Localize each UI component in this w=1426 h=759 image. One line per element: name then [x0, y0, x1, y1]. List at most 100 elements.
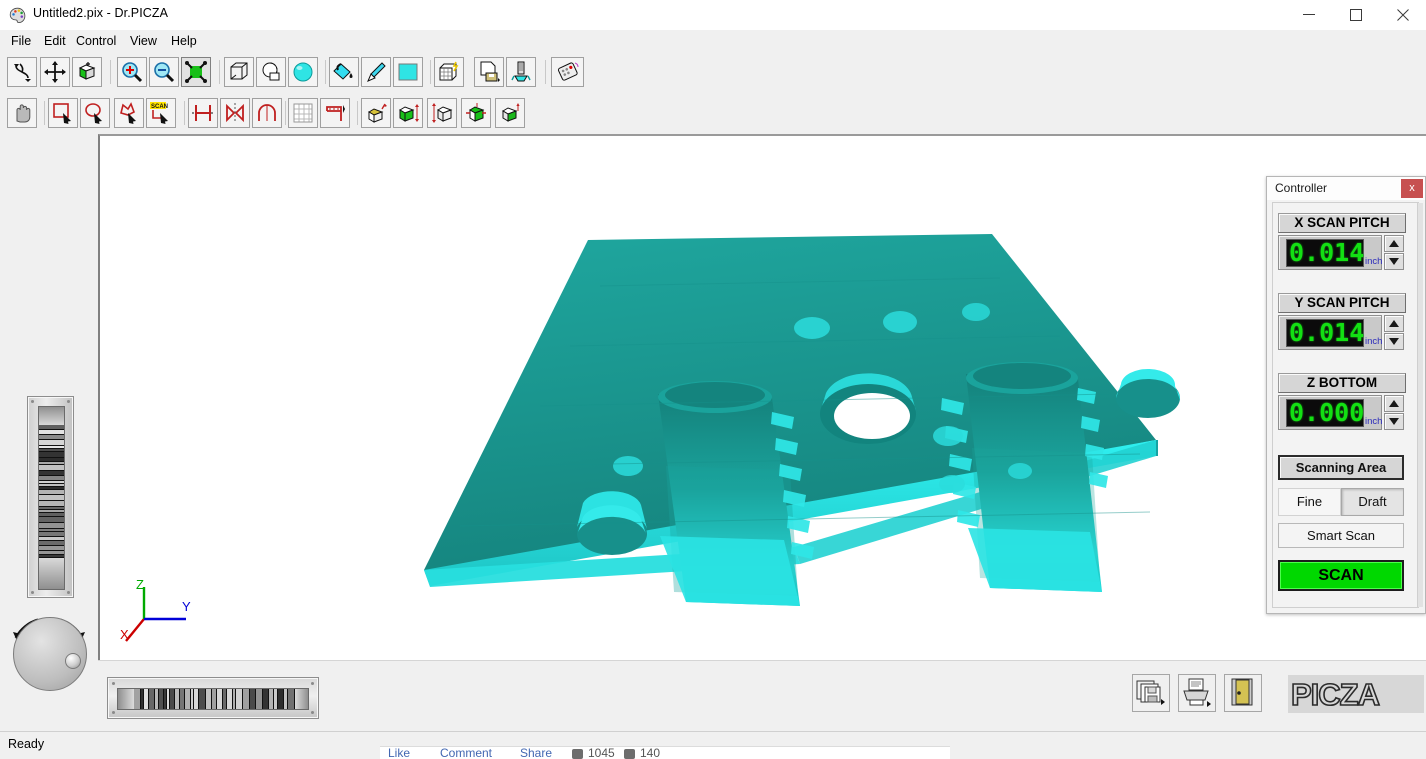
ellipse-select-button[interactable] [80, 98, 110, 128]
x-scan-pitch-spinner[interactable]: 0.014 inch [1278, 235, 1404, 270]
vertical-zoom-slider[interactable] [27, 396, 74, 598]
smart-scan-button[interactable]: Smart Scan [1278, 523, 1404, 548]
zoom-out-button[interactable] [149, 57, 179, 87]
menu-help[interactable]: Help [166, 33, 202, 49]
menu-bar: File Edit Control View Help [0, 30, 1426, 52]
vertical-slider-track[interactable] [38, 406, 65, 590]
magic-scan-select-button[interactable]: SCAN [146, 98, 176, 128]
minimize-button[interactable] [1286, 0, 1332, 30]
z-bottom-value: 0.000 [1289, 398, 1365, 427]
picza-palette-icon [9, 7, 26, 24]
picza-logo: PICZA [1288, 675, 1424, 713]
background-like-count: 1045 [588, 746, 615, 759]
quality-toggle-group[interactable]: Fine Draft [1278, 488, 1404, 516]
scan-button[interactable]: SCAN [1278, 560, 1404, 591]
color-swatch-button[interactable] [393, 57, 423, 87]
scanner-head-tool-button[interactable] [506, 57, 536, 87]
controller-scrollbar[interactable] [1417, 203, 1423, 607]
axis-indicator: X Z Y [108, 575, 198, 645]
close-button[interactable] [1380, 0, 1426, 30]
background-share-link[interactable]: Share [520, 747, 552, 759]
main-toolbar [0, 52, 1426, 94]
scanned-hinge-plate-model[interactable] [100, 136, 1424, 658]
wireframe-view-button[interactable] [224, 57, 254, 87]
lasso-select-button[interactable] [114, 98, 144, 128]
knob-indicator [65, 653, 81, 669]
mesh-tool-button[interactable] [434, 57, 464, 87]
center-screw-hole [820, 373, 916, 444]
arch-tool-button[interactable] [252, 98, 282, 128]
left-control-rail [0, 134, 98, 724]
horizontal-slider-track[interactable] [117, 688, 309, 710]
z-bottom-up-arrow[interactable] [1384, 395, 1404, 412]
x-scan-pitch-label: X SCAN PITCH [1278, 213, 1406, 233]
screw-icon [67, 591, 70, 594]
scale-tool-button[interactable] [461, 98, 491, 128]
mirror-tool-button[interactable] [220, 98, 250, 128]
dr-picza-window: Untitled2.pix - Dr.PICZA File Edit Contr… [0, 0, 1426, 759]
render-view-button[interactable] [288, 57, 318, 87]
vertical-slider-thumb[interactable] [39, 407, 64, 589]
screw-icon [311, 711, 314, 714]
brush-tool-button[interactable] [361, 57, 391, 87]
y-scan-pitch-arrows[interactable] [1384, 315, 1404, 350]
x-scan-pitch-arrows[interactable] [1384, 235, 1404, 270]
z-bottom-spinner[interactable]: 0.000 inch [1278, 395, 1404, 430]
print-button[interactable] [1178, 674, 1216, 712]
extrude-up-button[interactable] [361, 98, 391, 128]
grid-tool-button[interactable] [288, 98, 318, 128]
x-scan-pitch-field[interactable]: 0.014 inch [1278, 235, 1382, 270]
rotate-tool-button[interactable] [7, 57, 37, 87]
pan-tool-button[interactable] [40, 57, 70, 87]
y-scan-pitch-down-arrow[interactable] [1384, 333, 1404, 350]
controller-title: Controller [1275, 181, 1328, 195]
remote-tool-button[interactable] [551, 57, 584, 87]
maximize-button[interactable] [1333, 0, 1379, 30]
height-adjust-button[interactable] [393, 98, 423, 128]
menu-view[interactable]: View [125, 33, 162, 49]
horizontal-slider-thumb[interactable] [118, 689, 308, 709]
quality-option-draft[interactable]: Draft [1341, 488, 1404, 516]
save-as-tool-button[interactable] [474, 57, 504, 87]
z-bottom-arrows[interactable] [1384, 395, 1404, 430]
zoom-fit-button[interactable] [181, 57, 211, 87]
quality-option-fine[interactable]: Fine [1278, 488, 1341, 516]
save-copies-button[interactable] [1132, 674, 1170, 712]
x-scan-pitch-up-arrow[interactable] [1384, 235, 1404, 252]
z-bottom-field[interactable]: 0.000 inch [1278, 395, 1382, 430]
menu-file[interactable]: File [6, 33, 36, 49]
y-scan-pitch-field[interactable]: 0.014 inch [1278, 315, 1382, 350]
offset-tool-button[interactable] [495, 98, 525, 128]
y-scan-pitch-up-arrow[interactable] [1384, 315, 1404, 332]
fill-color-tool-button[interactable] [329, 57, 359, 87]
toolbar-separator [184, 101, 185, 125]
hand-tool-button[interactable] [7, 98, 37, 128]
x-scan-pitch-value: 0.014 [1289, 238, 1365, 267]
menu-control[interactable]: Control [71, 33, 121, 49]
split-surface-button[interactable] [188, 98, 218, 128]
controller-title-bar[interactable]: Controller x [1267, 177, 1425, 200]
table-tool-button[interactable] [320, 98, 350, 128]
exit-button[interactable] [1224, 674, 1262, 712]
object-tool-button[interactable] [72, 57, 102, 87]
screw-icon [112, 711, 115, 714]
3d-viewport[interactable] [98, 134, 1426, 660]
background-page-action-bar: Like Comment Share 1045 140 [380, 746, 950, 759]
controller-close-button[interactable]: x [1401, 179, 1423, 198]
horizontal-pan-slider[interactable] [107, 677, 319, 719]
scanning-area-button[interactable]: Scanning Area [1278, 455, 1404, 480]
rect-select-button[interactable] [48, 98, 78, 128]
bottom-bar: PICZA [98, 660, 1426, 725]
x-scan-pitch-down-arrow[interactable] [1384, 253, 1404, 270]
y-scan-pitch-spinner[interactable]: 0.014 inch [1278, 315, 1404, 350]
background-like-link[interactable]: Like [388, 747, 410, 759]
shaded-view-button[interactable] [256, 57, 286, 87]
z-bottom-down-arrow[interactable] [1384, 413, 1404, 430]
menu-edit[interactable]: Edit [39, 33, 71, 49]
background-comment-link[interactable]: Comment [440, 747, 492, 759]
rotation-knob[interactable] [8, 612, 90, 694]
screw-icon [31, 400, 34, 403]
zoom-in-button[interactable] [117, 57, 147, 87]
depth-adjust-button[interactable] [427, 98, 457, 128]
y-scan-pitch-label: Y SCAN PITCH [1278, 293, 1406, 313]
